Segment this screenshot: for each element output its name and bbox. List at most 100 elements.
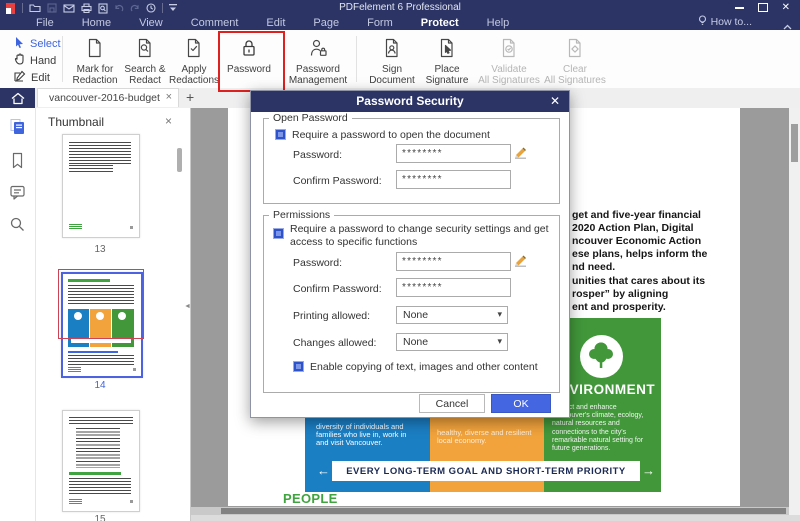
- close-dialog-icon[interactable]: ✕: [550, 94, 560, 108]
- thumbnail-link-line: [68, 351, 118, 353]
- thumbnail-page-13[interactable]: [62, 134, 140, 238]
- reveal-password-icon[interactable]: [513, 254, 528, 272]
- environment-circle: [580, 335, 623, 378]
- thumbnail-panel-icon[interactable]: [9, 118, 26, 140]
- password-button[interactable]: Password: [217, 35, 281, 75]
- changes-allowed-label: Changes allowed:: [293, 337, 377, 349]
- document-text-line: ese plans, helps inform the: [572, 247, 708, 260]
- comment-panel-icon[interactable]: [9, 184, 26, 206]
- button-label: Place Signature: [415, 64, 479, 86]
- arrow-left-icon: ←: [317, 463, 330, 478]
- thumbnail-pagenum: [130, 226, 133, 229]
- document-text-line: rosper” by aligning: [572, 287, 669, 300]
- button-label: Password Management: [283, 64, 353, 86]
- how-to-label: How to...: [710, 16, 752, 28]
- hand-mode-button[interactable]: Hand: [14, 53, 56, 68]
- viewport-indicator[interactable]: [58, 269, 144, 339]
- document-text-line: nd need.: [572, 260, 616, 273]
- thumbnail-text: [69, 417, 133, 425]
- how-to-link[interactable]: How to...: [698, 15, 752, 29]
- close-tab-icon[interactable]: ×: [166, 91, 172, 103]
- home-button[interactable]: [0, 88, 35, 108]
- hand-icon: [14, 53, 25, 68]
- document-text-line: 2020 Action Plan, Digital: [572, 221, 694, 234]
- changes-allowed-select[interactable]: None ▾: [396, 333, 508, 351]
- environment-text-line: remarkable natural setting for: [552, 436, 644, 444]
- open-password-input[interactable]: [396, 144, 511, 163]
- document-text-line: ent and prosperity.: [572, 300, 666, 313]
- close-window-button[interactable]: ✕: [782, 2, 790, 13]
- search-panel-icon[interactable]: [9, 216, 26, 238]
- password-management-button[interactable]: Password Management: [283, 35, 353, 86]
- thumbnail-text: [69, 142, 131, 164]
- permissions-confirm-password-label: Confirm Password:: [293, 283, 382, 295]
- tab-view[interactable]: View: [125, 16, 177, 30]
- thumbnail-logo: [69, 224, 82, 230]
- select-mode-button[interactable]: Select: [14, 36, 61, 51]
- password-security-dialog: Password Security ✕ Open Password Requir…: [250, 90, 570, 418]
- maximize-button[interactable]: [757, 3, 768, 12]
- tab-home[interactable]: Home: [68, 16, 125, 30]
- tab-protect[interactable]: Protect: [407, 16, 473, 30]
- tab-edit[interactable]: Edit: [252, 16, 299, 30]
- environment-text-line: natural resources and: [552, 420, 620, 428]
- panel-scrollbar-thumb[interactable]: [177, 148, 182, 172]
- permissions-legend: Permissions: [269, 209, 335, 221]
- tab-help[interactable]: Help: [473, 16, 524, 30]
- changes-allowed-value: None: [403, 336, 429, 348]
- label-line: All Signatures: [544, 75, 606, 86]
- thumbnail-page-15[interactable]: [62, 410, 140, 512]
- collapse-panel-arrow-icon[interactable]: ◄: [184, 303, 191, 310]
- vertical-scrollbar-thumb[interactable]: [791, 124, 798, 162]
- select-cursor-icon: [14, 36, 25, 51]
- open-confirm-password-input[interactable]: [396, 170, 511, 189]
- page-13-number: 13: [94, 244, 106, 255]
- permissions-confirm-password-input[interactable]: [396, 278, 511, 297]
- tab-form[interactable]: Form: [353, 16, 407, 30]
- reveal-password-icon[interactable]: [513, 146, 528, 164]
- printing-allowed-select[interactable]: None ▾: [396, 306, 508, 324]
- require-open-password-checkbox[interactable]: [275, 129, 286, 140]
- dialog-title: Password Security: [356, 94, 464, 108]
- edit-mode-button[interactable]: Edit: [14, 70, 50, 85]
- close-panel-icon[interactable]: ×: [165, 114, 172, 128]
- tab-file[interactable]: File: [22, 16, 68, 30]
- require-permissions-password-checkbox[interactable]: [273, 228, 284, 239]
- ribbon-tabs: File Home View Comment Edit Page Form Pr…: [22, 16, 523, 30]
- hand-mode-label: Hand: [30, 54, 57, 67]
- new-tab-button[interactable]: +: [186, 89, 194, 105]
- vertical-scrollbar[interactable]: [789, 108, 800, 521]
- thumbnail-pagenum: [130, 500, 133, 503]
- goal-banner: EVERY LONG-TERM GOAL AND SHORT-TERM PRIO…: [332, 461, 640, 481]
- horizontal-scrollbar[interactable]: [191, 507, 789, 515]
- thumbnail-pagenum: [133, 368, 136, 371]
- document-tab[interactable]: vancouver-2016-budget ×: [37, 88, 179, 107]
- enable-copying-checkbox[interactable]: [293, 361, 304, 372]
- bookmark-panel-icon[interactable]: [9, 152, 26, 174]
- lightbulb-icon: [698, 15, 707, 29]
- ok-button[interactable]: OK: [491, 394, 551, 413]
- minimize-button[interactable]: [734, 6, 744, 9]
- ok-button-label: OK: [513, 397, 529, 410]
- chevron-down-icon: ▾: [497, 309, 502, 319]
- user-lock-icon: [283, 35, 353, 64]
- open-password-legend: Open Password: [269, 112, 352, 124]
- viewer-bottom-strip: [191, 515, 800, 521]
- require-permissions-label-line2: access to specific functions: [290, 236, 418, 248]
- tab-comment[interactable]: Comment: [177, 16, 253, 30]
- tab-page[interactable]: Page: [299, 16, 353, 30]
- blue-card-body: diversity of individuals and families wh…: [316, 423, 406, 446]
- page-14-number: 14: [94, 380, 106, 391]
- protect-ribbon: Select Hand Edit Mark for Redaction Sear…: [0, 30, 800, 89]
- place-signature-button[interactable]: Place Signature: [415, 35, 479, 86]
- label-line: Place: [434, 64, 460, 75]
- cancel-button[interactable]: Cancel: [419, 394, 485, 413]
- cancel-button-label: Cancel: [435, 397, 469, 410]
- thumbnail-logo: [68, 367, 81, 373]
- horizontal-scrollbar-thumb[interactable]: [221, 508, 786, 514]
- validate-signatures-icon: [474, 35, 544, 64]
- label-line: All Signatures: [478, 75, 540, 86]
- permissions-password-input[interactable]: [396, 252, 511, 271]
- environment-text-line: future generations.: [552, 445, 611, 453]
- document-text-line: get and five-year financial: [572, 209, 701, 221]
